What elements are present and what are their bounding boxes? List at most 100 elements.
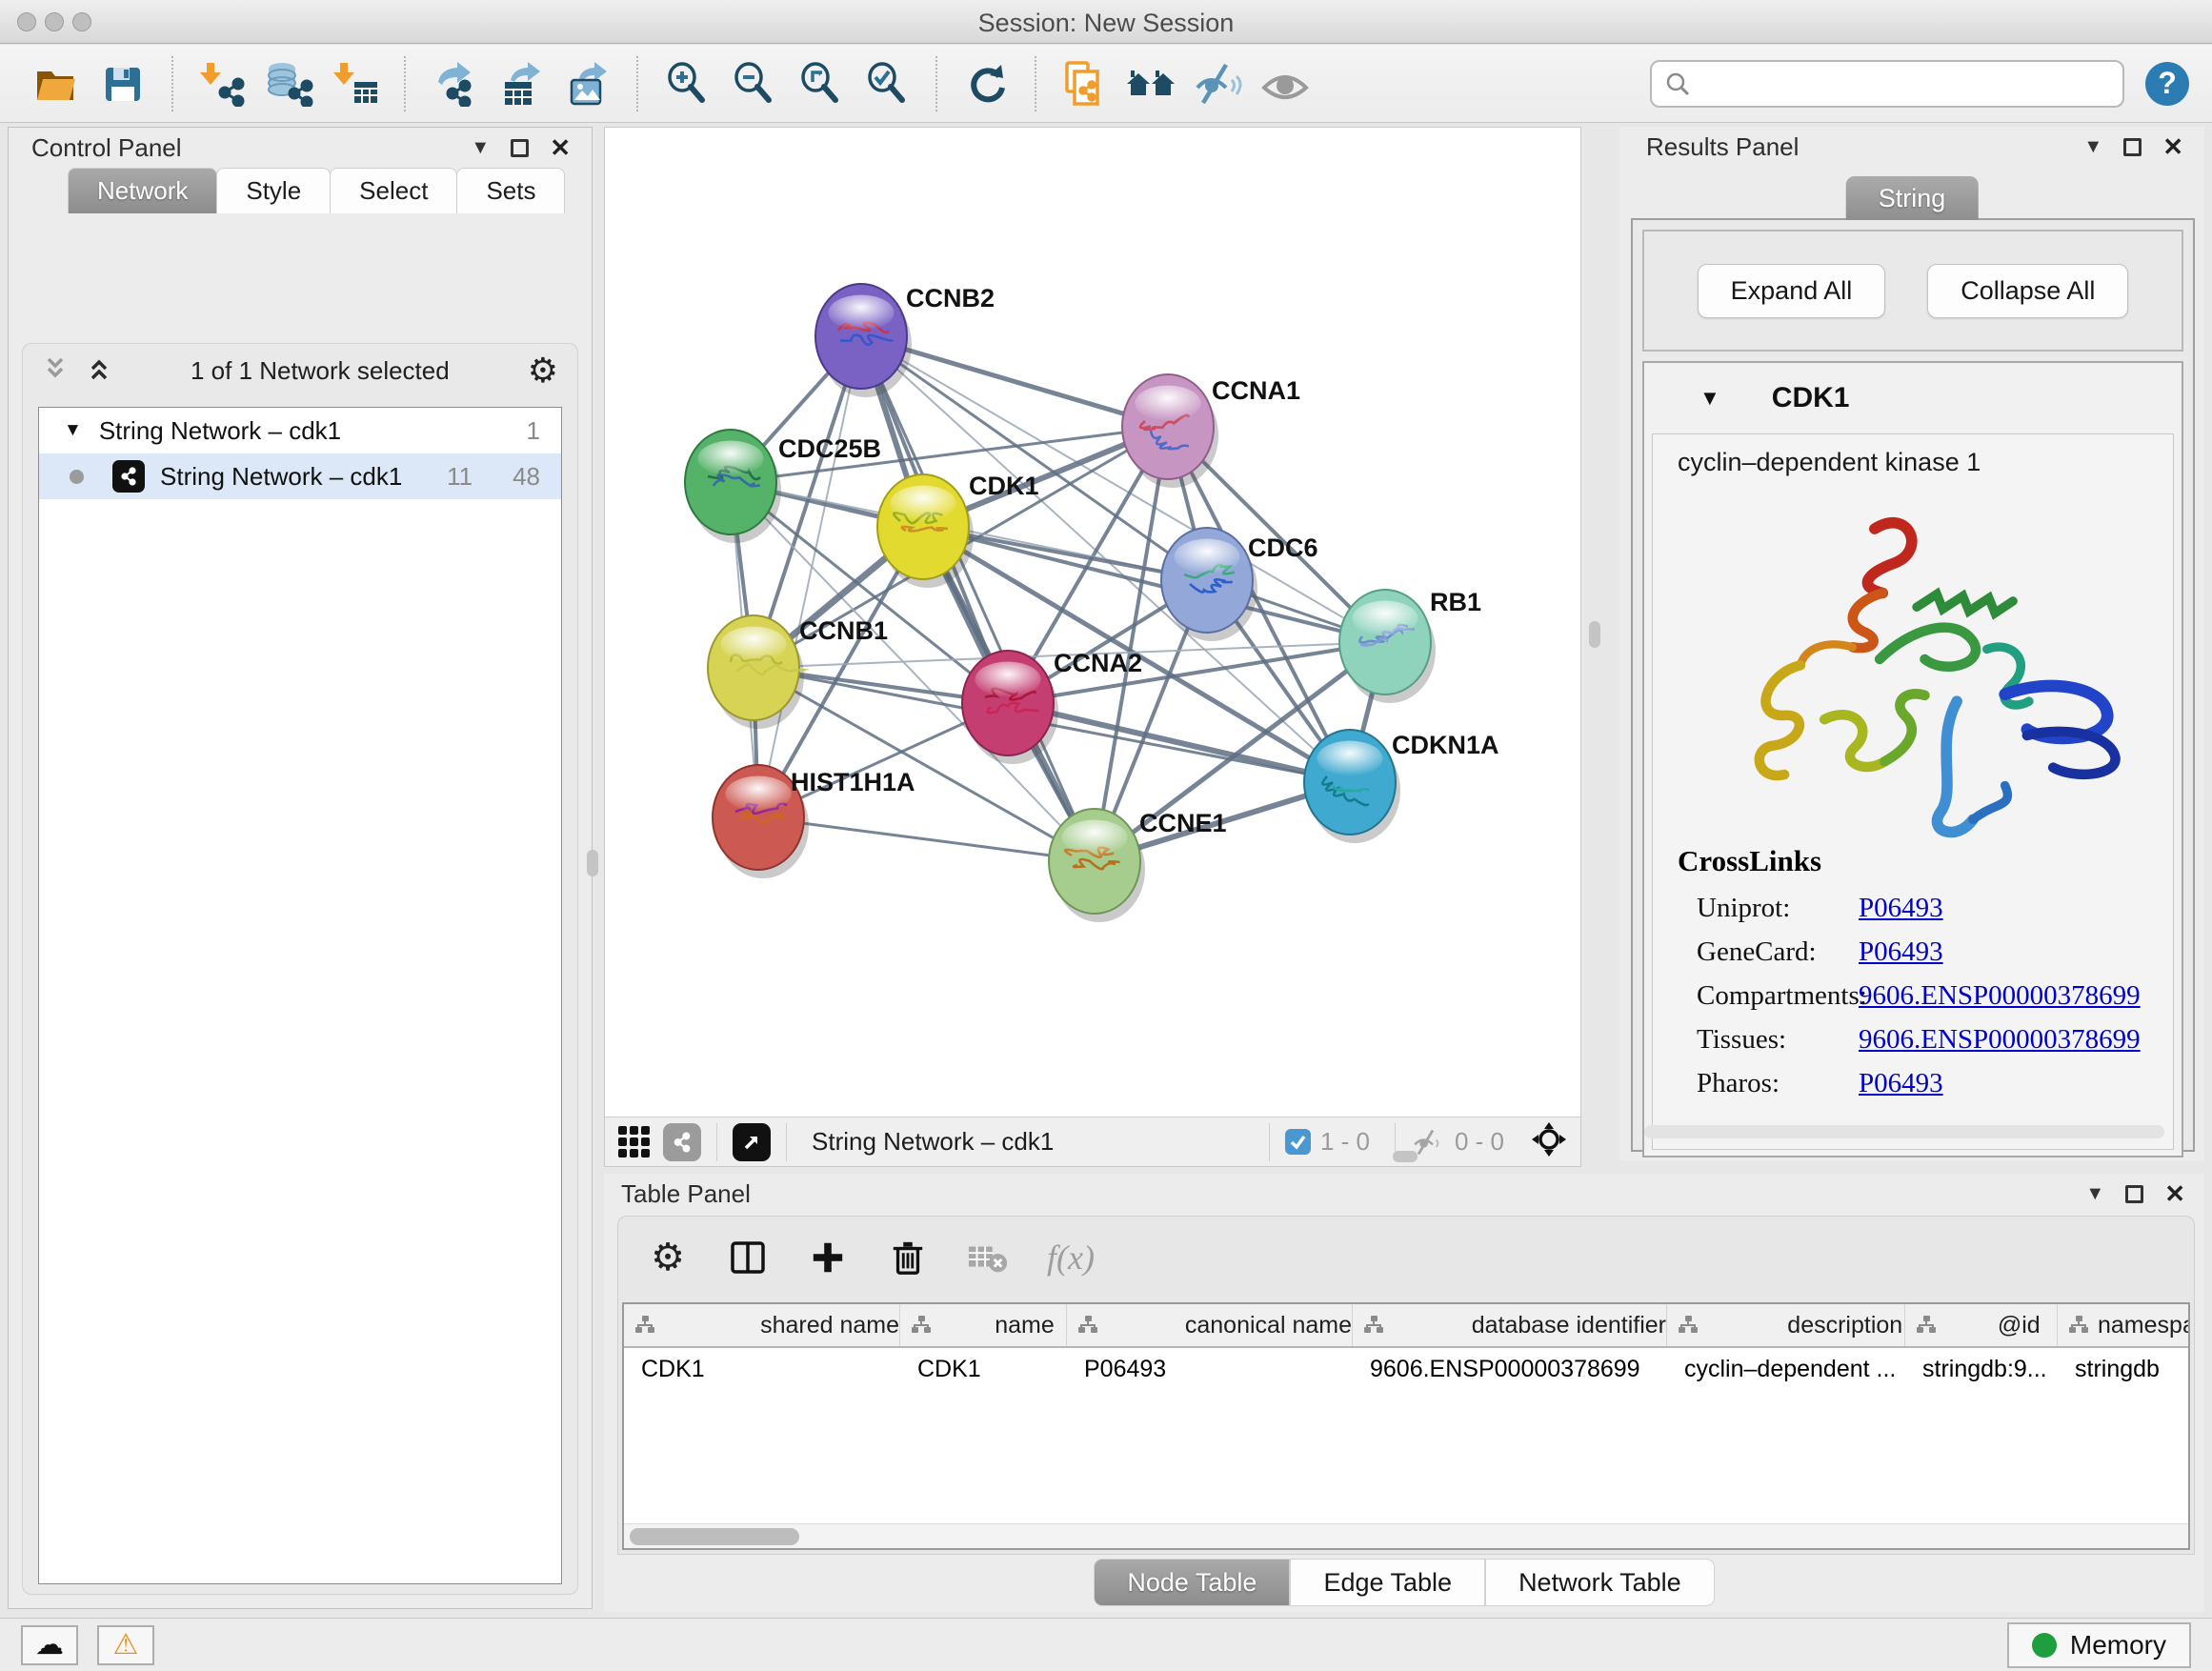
- tab-edge-table[interactable]: Edge Table: [1290, 1559, 1485, 1606]
- clone-network-icon[interactable]: [1057, 55, 1113, 112]
- vertical-divider-handle[interactable]: [1589, 621, 1600, 648]
- results-horizontal-scrollbar[interactable]: [1644, 1125, 2164, 1138]
- open-in-new-icon[interactable]: [733, 1123, 771, 1161]
- gene-section-header[interactable]: ▼ CDK1: [1644, 363, 2182, 433]
- export-network-icon[interactable]: [427, 55, 482, 112]
- horizontal-divider-handle[interactable]: [1393, 1151, 1418, 1162]
- close-panel-icon[interactable]: ✕: [2164, 1179, 2185, 1209]
- network-node[interactable]: [1122, 374, 1218, 488]
- refresh-icon[interactable]: [958, 55, 1014, 112]
- network-view[interactable]: CCNB2CCNA1CDC25BCDK1CDC6RB1CCNB1CCNA2CDK…: [604, 127, 1581, 1167]
- float-panel-icon[interactable]: ▼: [2085, 1183, 2104, 1205]
- network-node[interactable]: [685, 430, 781, 543]
- column-header-id[interactable]: @id: [1905, 1304, 2058, 1346]
- network-node[interactable]: [1049, 809, 1145, 922]
- import-network-icon[interactable]: [194, 55, 250, 112]
- tab-style[interactable]: Style: [216, 168, 331, 213]
- maximize-panel-icon[interactable]: [2123, 138, 2142, 156]
- search-input[interactable]: [1699, 70, 2109, 97]
- gear-icon[interactable]: ⚙: [528, 353, 558, 388]
- tab-network[interactable]: Network: [68, 168, 217, 213]
- save-session-icon[interactable]: [95, 55, 151, 112]
- table-cell[interactable]: stringdb:9...: [1905, 1348, 2058, 1390]
- collapse-triangle-icon[interactable]: ▼: [1699, 386, 1720, 411]
- network-edge[interactable]: [758, 336, 861, 817]
- eye-icon[interactable]: [1257, 55, 1313, 112]
- crosshair-icon[interactable]: [1531, 1121, 1567, 1162]
- network-node[interactable]: [1339, 590, 1436, 703]
- import-table-icon[interactable]: [328, 55, 383, 112]
- birds-eye-icon[interactable]: [1124, 55, 1179, 112]
- column-header-databaseidentifier[interactable]: database identifier: [1353, 1304, 1667, 1346]
- collapse-triangle-icon[interactable]: ▼: [64, 420, 82, 441]
- network-share-icon[interactable]: [663, 1123, 701, 1161]
- network-collection-row[interactable]: ▼ String Network – cdk1 1: [39, 408, 561, 453]
- vertical-divider-handle[interactable]: [587, 850, 598, 876]
- import-database-icon[interactable]: [261, 55, 316, 112]
- table-cell[interactable]: 9606.ENSP00000378699: [1353, 1348, 1667, 1390]
- tab-network-table[interactable]: Network Table: [1485, 1559, 1715, 1606]
- column-header-description[interactable]: description: [1667, 1304, 1905, 1346]
- export-image-icon[interactable]: [560, 55, 615, 112]
- column-header-namespace[interactable]: namespace: [2058, 1304, 2190, 1346]
- gear-icon[interactable]: ⚙: [647, 1237, 689, 1278]
- memory-button[interactable]: Memory: [2007, 1622, 2191, 1668]
- collapse-all-button[interactable]: Collapse All: [1927, 264, 2128, 318]
- function-icon[interactable]: f(x): [1047, 1238, 1095, 1278]
- maximize-panel-icon[interactable]: [2125, 1185, 2143, 1203]
- column-header-canonicalname[interactable]: canonical name: [1067, 1304, 1353, 1346]
- expand-all-button[interactable]: Expand All: [1698, 264, 1886, 318]
- eye-slash-icon[interactable]: [1191, 55, 1246, 112]
- network-row[interactable]: String Network – cdk1 11 48: [39, 453, 561, 499]
- close-panel-icon[interactable]: ✕: [2162, 132, 2183, 162]
- crosslink-uniprot[interactable]: P06493: [1859, 893, 1943, 924]
- collapse-all-icon[interactable]: [42, 356, 69, 386]
- close-panel-icon[interactable]: ✕: [550, 133, 571, 163]
- network-node[interactable]: [877, 474, 974, 588]
- open-session-icon[interactable]: [29, 55, 84, 112]
- zoom-selected-icon[interactable]: [859, 55, 915, 112]
- table-cell[interactable]: CDK1: [624, 1348, 900, 1390]
- delete-table-icon[interactable]: [967, 1237, 1009, 1278]
- crosslink-pharos[interactable]: P06493: [1859, 1068, 1943, 1099]
- tab-select[interactable]: Select: [330, 168, 457, 213]
- selected-checkbox-icon[interactable]: [1285, 1129, 1311, 1155]
- trash-icon[interactable]: [887, 1237, 929, 1278]
- float-panel-icon[interactable]: ▼: [471, 137, 490, 159]
- network-node[interactable]: [815, 284, 912, 397]
- tab-sets[interactable]: Sets: [456, 168, 565, 213]
- network-node[interactable]: [1304, 730, 1400, 843]
- export-table-icon[interactable]: [493, 55, 549, 112]
- expand-all-icon[interactable]: [86, 356, 112, 386]
- add-icon[interactable]: [807, 1237, 849, 1278]
- statusbar-separator: [1269, 1123, 1270, 1161]
- column-header-name[interactable]: name: [900, 1304, 1067, 1346]
- table-cell[interactable]: cyclin–dependent ...: [1667, 1348, 1905, 1390]
- crosslink-compartments[interactable]: 9606.ENSP00000378699: [1859, 980, 2141, 1012]
- table-cell[interactable]: stringdb: [2058, 1348, 2190, 1390]
- tab-node-table[interactable]: Node Table: [1094, 1559, 1290, 1606]
- help-icon[interactable]: ?: [2145, 62, 2189, 106]
- grid-view-icon[interactable]: [618, 1126, 650, 1158]
- network-node[interactable]: [962, 651, 1058, 764]
- table-horizontal-scrollbar[interactable]: [624, 1523, 2188, 1548]
- warnings-button[interactable]: ⚠: [97, 1625, 154, 1665]
- scrollbar-thumb[interactable]: [630, 1528, 799, 1545]
- float-panel-icon[interactable]: ▼: [2083, 136, 2102, 158]
- crosslink-tissues[interactable]: 9606.ENSP00000378699: [1859, 1024, 2141, 1056]
- zoom-fit-icon[interactable]: [793, 55, 848, 112]
- network-edge[interactable]: [1008, 703, 1350, 782]
- table-cell[interactable]: P06493: [1067, 1348, 1353, 1390]
- search-box[interactable]: [1650, 60, 2124, 108]
- crosslink-genecard[interactable]: P06493: [1859, 936, 1943, 968]
- zoom-in-icon[interactable]: [659, 55, 714, 112]
- zoom-out-icon[interactable]: [726, 55, 781, 112]
- network-canvas[interactable]: CCNB2CCNA1CDC25BCDK1CDC6RB1CCNB1CCNA2CDK…: [605, 128, 1580, 1117]
- columns-icon[interactable]: [727, 1237, 769, 1278]
- column-header-sharedname[interactable]: shared name: [624, 1304, 900, 1346]
- table-cell[interactable]: CDK1: [900, 1348, 1067, 1390]
- cloud-button[interactable]: ☁: [21, 1625, 78, 1665]
- table-row[interactable]: CDK1CDK1P064939606.ENSP00000378699cyclin…: [624, 1348, 2188, 1390]
- maximize-panel-icon[interactable]: [511, 139, 529, 157]
- tab-string[interactable]: String: [1846, 176, 1979, 220]
